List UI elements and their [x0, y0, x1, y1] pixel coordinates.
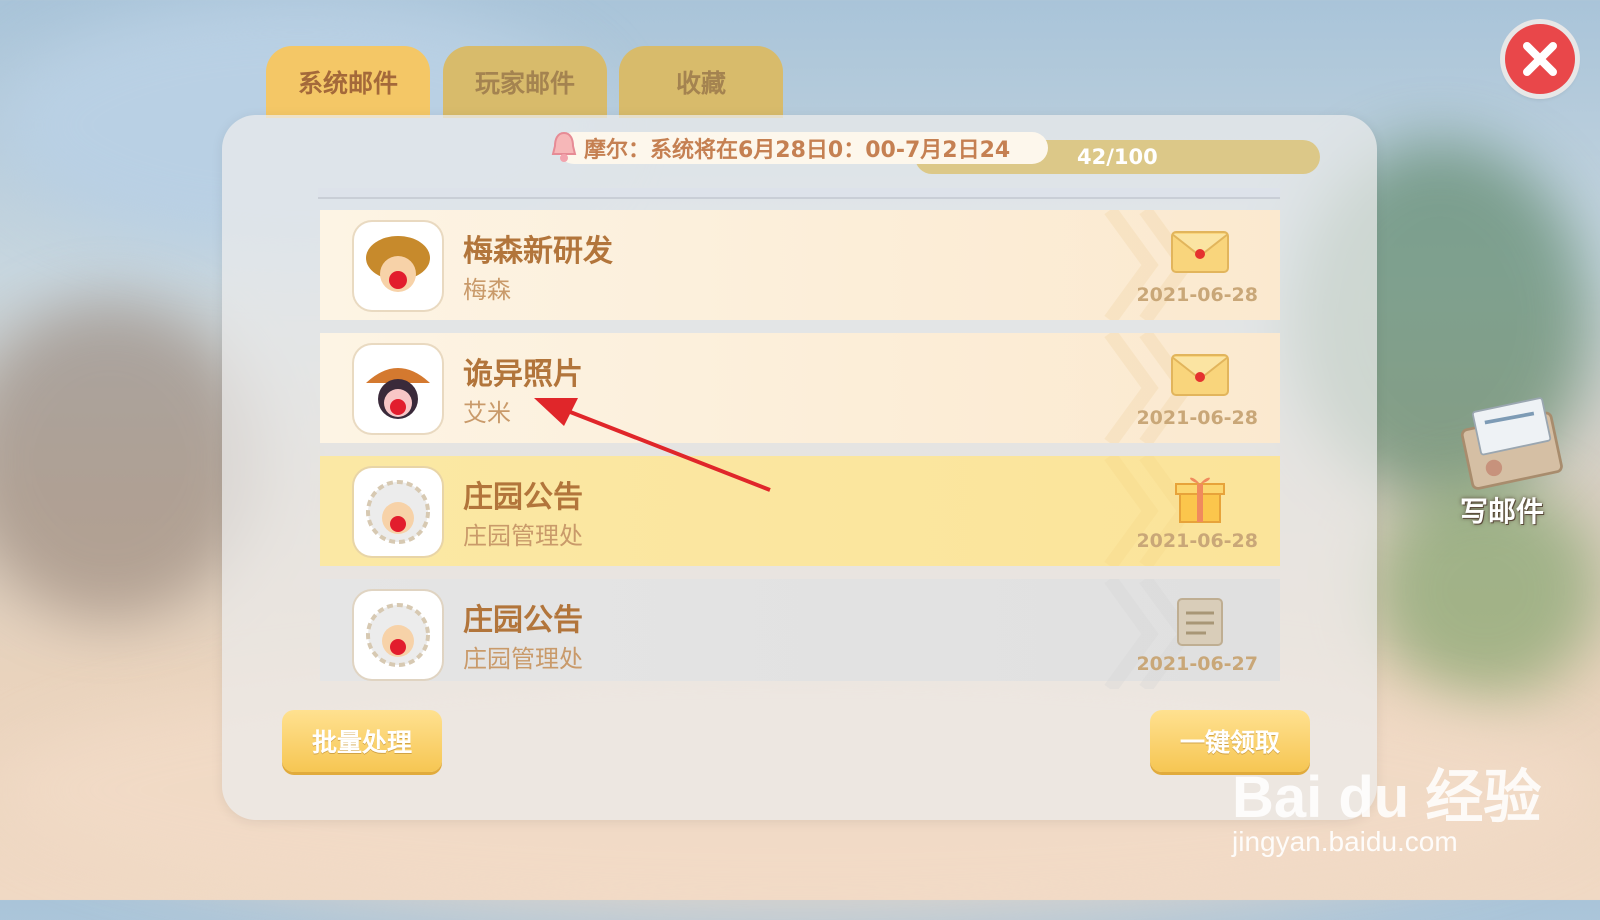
close-icon [1523, 42, 1557, 76]
mail-date: 2021-06-28 [1136, 407, 1258, 429]
notice-text: 摩尔：系统将在6月28日0：00-7月2日24 [584, 138, 1011, 163]
mail-date: 2021-06-28 [1136, 530, 1258, 552]
mail-sender: 艾米 [463, 399, 511, 427]
mail-item[interactable]: 庄园公告 庄园管理处 2021-06-27 [320, 579, 1280, 689]
mail-title: 梅森新研发 [463, 234, 613, 269]
mail-title: 庄园公告 [463, 603, 583, 638]
watermark-logo: Bai du 经验 [1232, 765, 1542, 830]
mail-sender: 庄园管理处 [463, 522, 583, 550]
annotation-arrow [534, 398, 771, 492]
mail-date: 2021-06-27 [1136, 653, 1258, 675]
mail-title: 诡异照片 [463, 357, 583, 392]
mail-date: 2021-06-28 [1136, 284, 1258, 306]
system-notice: 摩尔：系统将在6月28日0：00-7月2日24 [558, 132, 1048, 164]
letter-icon [1460, 397, 1563, 490]
tab-favorites[interactable]: 收藏 [619, 46, 783, 118]
envelope-icon [1171, 231, 1229, 273]
sender-avatar [354, 468, 442, 556]
watermark-url: jingyan.baidu.com [1232, 826, 1458, 857]
write-mail-button[interactable]: 写邮件 [1450, 395, 1580, 535]
mail-sender: 庄园管理处 [463, 645, 583, 673]
background-building [0, 300, 260, 620]
list-top-edge [318, 188, 1280, 199]
mail-sender: 梅森 [463, 276, 511, 304]
mail-item[interactable]: 庄园公告 庄园管理处 2021-06-28 [320, 456, 1280, 566]
mail-item[interactable]: 梅森新研发 梅森 2021-06-28 [320, 210, 1280, 320]
write-mail-label: 写邮件 [1460, 495, 1545, 528]
sender-avatar [354, 345, 442, 433]
sender-avatar [354, 591, 442, 679]
bell-icon [551, 131, 577, 162]
document-icon [1177, 598, 1223, 646]
tab-player-mail[interactable]: 玩家邮件 [443, 46, 607, 118]
mail-count: 42/100 [1077, 145, 1158, 169]
tab-system-mail[interactable]: 系统邮件 [266, 46, 430, 118]
mail-item[interactable]: 诡异照片 艾米 2021-06-28 [320, 333, 1280, 443]
envelope-icon [1171, 354, 1229, 396]
gift-icon [1175, 477, 1225, 523]
sender-avatar [354, 222, 442, 310]
batch-process-button[interactable]: 批量处理 [282, 710, 442, 772]
close-button[interactable] [1505, 24, 1575, 94]
